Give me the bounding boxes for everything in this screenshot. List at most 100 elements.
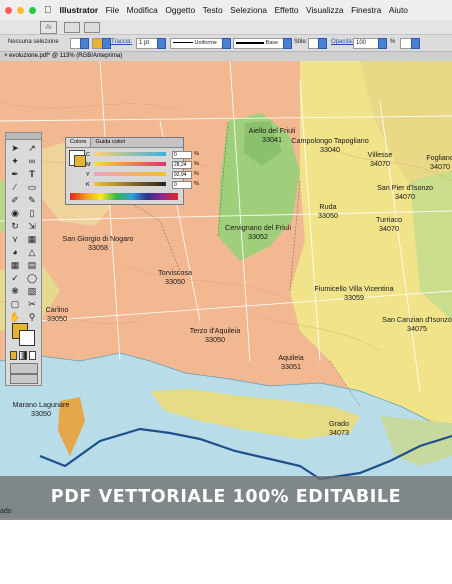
brush-definition[interactable]: Base: [233, 38, 285, 49]
menu-seleziona[interactable]: Seleziona: [230, 5, 267, 15]
yellow-value-field[interactable]: 92,94: [172, 171, 192, 179]
brush-dropdown-icon[interactable]: [283, 38, 292, 49]
stroke-weight-dropdown-icon[interactable]: [157, 38, 166, 49]
blend-tool-icon[interactable]: ◯: [25, 273, 39, 284]
scale-tool-icon[interactable]: ⇲: [25, 221, 39, 232]
map-label: Fiumicello Villa Vicentina 33059: [314, 284, 394, 302]
black-slider[interactable]: [94, 182, 166, 186]
channel-row-y: Y 92,94 %: [86, 171, 199, 179]
stroke-dropdown-icon[interactable]: [102, 38, 111, 49]
fill-stroke-swatches[interactable]: [12, 323, 35, 346]
stroke-label[interactable]: Traccia:: [111, 39, 132, 45]
artboard-map[interactable]: Aiello del Friuli 33041 Campolongo Tapogl…: [0, 61, 452, 518]
style-label: Stile:: [294, 39, 308, 45]
stroke-swatch[interactable]: [19, 330, 35, 346]
menu-file[interactable]: File: [106, 5, 120, 15]
variable-width-profile[interactable]: Uniforme: [170, 38, 224, 49]
channel-row-k: K 0 %: [86, 181, 199, 189]
black-value-field[interactable]: 0: [172, 181, 192, 189]
magic-wand-tool-icon[interactable]: ✦: [8, 156, 22, 167]
opacity-dropdown-icon[interactable]: [378, 38, 387, 49]
rotate-tool-icon[interactable]: ↻: [8, 221, 22, 232]
menu-visualizza[interactable]: Visualizza: [306, 5, 344, 15]
color-mode-button[interactable]: [10, 351, 18, 360]
arrange-documents-button[interactable]: [84, 22, 100, 33]
color-spectrum[interactable]: [70, 193, 178, 200]
menu-modifica[interactable]: Modifica: [127, 5, 158, 15]
illustrator-logo-icon: Ai: [40, 21, 57, 34]
pencil-tool-icon[interactable]: ✎: [25, 195, 39, 206]
symbol-sprayer-tool-icon[interactable]: ❋: [8, 286, 22, 297]
yellow-slider[interactable]: [94, 172, 166, 176]
hand-tool-icon[interactable]: ✋: [8, 312, 22, 323]
zoom-window-button[interactable]: [29, 6, 36, 14]
map-edge-label: ado: [0, 508, 12, 515]
fill-dropdown-icon[interactable]: [80, 38, 89, 49]
graph-tool-icon[interactable]: ▧: [25, 286, 39, 297]
map-label: Campolongo Tapogliano 33040: [291, 136, 369, 154]
bridge-button[interactable]: [64, 22, 80, 33]
perspective-grid-tool-icon[interactable]: △: [25, 247, 39, 258]
color-mode-buttons: [10, 351, 36, 360]
line-tool-icon[interactable]: ∕: [8, 182, 22, 193]
artboard-tool-icon[interactable]: ▢: [8, 299, 22, 310]
menu-finestra[interactable]: Finestra: [351, 5, 381, 15]
magenta-slider[interactable]: [94, 162, 166, 166]
blob-brush-tool-icon[interactable]: ◉: [8, 208, 22, 219]
close-window-button[interactable]: [5, 6, 12, 14]
tools-panel: ➤ ↗ ✦ ∞ ✒ T ∕ ▭ ✐ ✎ ◉ ▯ ↻ ⇲ ⋎ ▦ ◕ △ ▦ ▤ …: [5, 132, 42, 386]
menu-oggetto[interactable]: Oggetto: [165, 5, 195, 15]
cyan-value-field[interactable]: 0: [172, 151, 192, 159]
rectangle-tool-icon[interactable]: ▭: [25, 182, 39, 193]
map-label: Carlino 33050: [45, 305, 69, 323]
profile-dropdown-icon[interactable]: [222, 38, 231, 49]
direct-selection-tool-icon[interactable]: ↗: [25, 143, 39, 154]
eyedropper-tool-icon[interactable]: ✓: [8, 273, 22, 284]
type-tool-icon[interactable]: T: [25, 169, 39, 180]
draw-mode-button[interactable]: [10, 363, 38, 374]
menu-effetto[interactable]: Effetto: [274, 5, 298, 15]
zoom-tool-icon[interactable]: ⚲: [25, 312, 39, 323]
free-transform-tool-icon[interactable]: ▦: [25, 234, 39, 245]
gradient-tool-icon[interactable]: ▤: [25, 260, 39, 271]
menu-aiuto[interactable]: Aiuto: [389, 5, 408, 15]
map-label: Grado 34073: [329, 419, 349, 437]
style-dropdown-icon[interactable]: [318, 38, 327, 49]
pen-tool-icon[interactable]: ✒: [8, 169, 22, 180]
gradient-mode-button[interactable]: [19, 351, 27, 360]
shape-builder-tool-icon[interactable]: ◕: [8, 247, 22, 258]
fill-color-box[interactable]: [74, 155, 86, 167]
map-label: Aquileia 33051: [278, 353, 304, 371]
mesh-tool-icon[interactable]: ▦: [8, 260, 22, 271]
cyan-slider[interactable]: [94, 152, 166, 156]
map-label: Aiello del Friuli 33041: [248, 126, 296, 144]
paintbrush-tool-icon[interactable]: ✐: [8, 195, 22, 206]
opacity-label[interactable]: Opacità:: [331, 39, 353, 45]
opacity-field[interactable]: 100: [353, 38, 379, 49]
magenta-value-field[interactable]: 28,24: [172, 161, 192, 169]
slice-tool-icon[interactable]: ✂: [25, 299, 39, 310]
map-label: Turriaco 34070: [375, 215, 403, 233]
minimize-window-button[interactable]: [17, 6, 24, 14]
selection-tool-icon[interactable]: ➤: [8, 143, 22, 154]
map-label: San Canzian d'Isonzo 34075: [382, 315, 452, 333]
channel-row-m: M 28,24 %: [86, 161, 199, 169]
map-label: Ruda 33050: [318, 202, 338, 220]
banner-text: PDF VETTORIALE 100% EDITABILE: [50, 487, 402, 507]
apple-icon[interactable]: : [44, 5, 52, 16]
menu-bar:  Illustrator File Modifica Oggetto Test…: [0, 0, 452, 21]
tools-panel-header[interactable]: [6, 133, 41, 140]
application-bar: Ai: [0, 20, 452, 35]
tab-colore[interactable]: Colore: [66, 138, 92, 147]
eraser-tool-icon[interactable]: ▯: [25, 208, 39, 219]
recolor-dropdown-icon[interactable]: [411, 38, 420, 49]
map-label: Marano Lagunare 33050: [12, 400, 70, 418]
menu-app-name[interactable]: Illustrator: [60, 5, 99, 15]
width-tool-icon[interactable]: ⋎: [8, 234, 22, 245]
menu-testo[interactable]: Testo: [203, 5, 223, 15]
lasso-tool-icon[interactable]: ∞: [25, 156, 39, 167]
none-mode-button[interactable]: [28, 351, 36, 360]
screen-mode-button[interactable]: [10, 374, 38, 384]
stroke-weight-field[interactable]: 1 pt: [136, 38, 158, 49]
tab-guida-colori[interactable]: Guida colori: [91, 138, 129, 147]
